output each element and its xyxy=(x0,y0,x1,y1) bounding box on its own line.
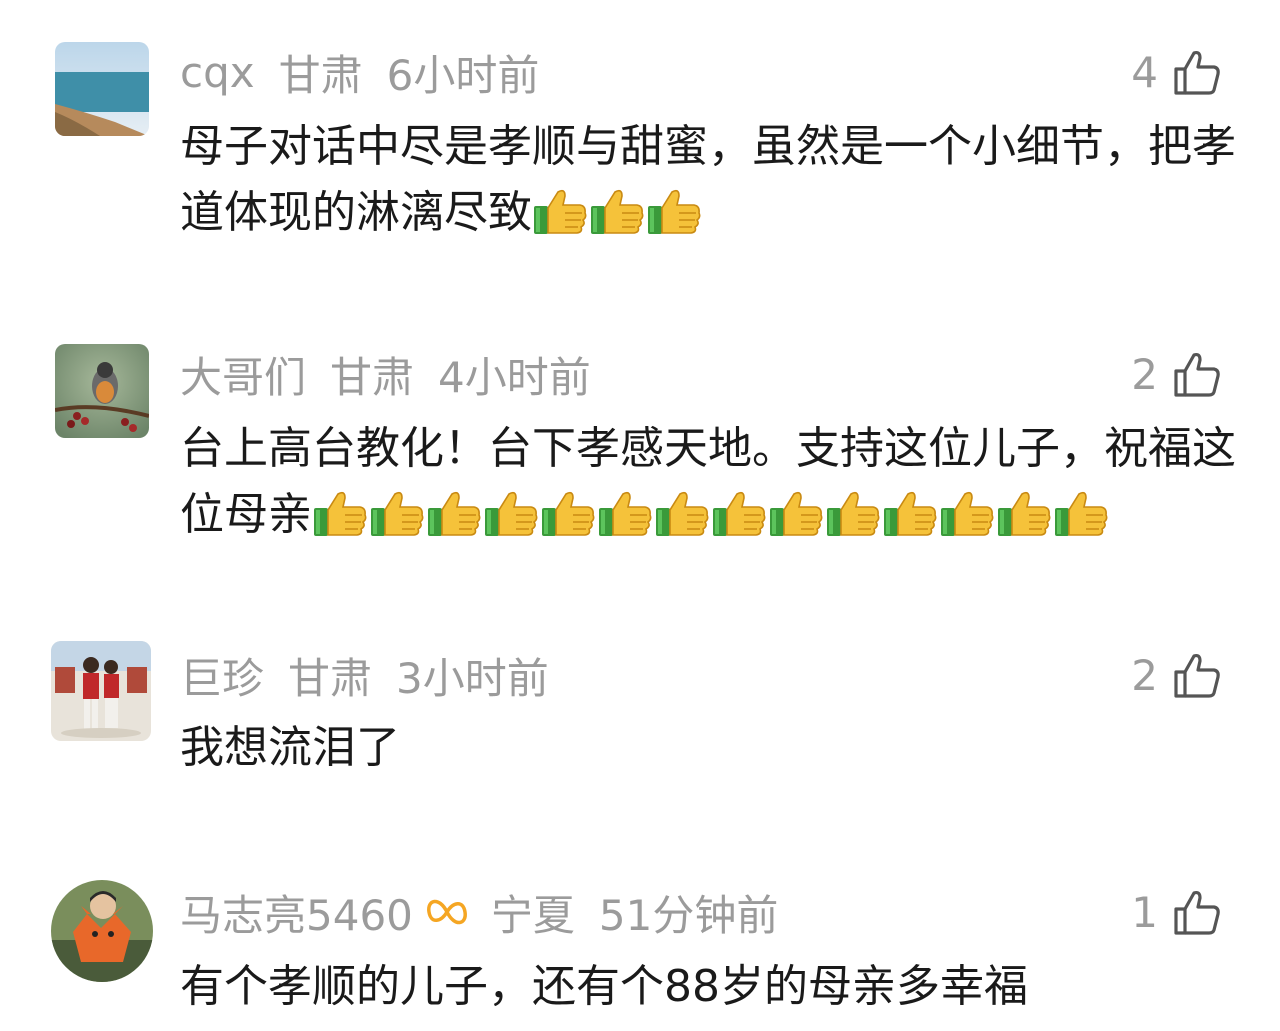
thumbs-up-emoji xyxy=(532,186,588,236)
comment-meta: 马志亮5460 宁夏 51分钟前 xyxy=(180,882,802,942)
infinity-badge-icon xyxy=(427,899,467,925)
like-count: 2 xyxy=(1131,349,1158,399)
thumbs-up-emoji xyxy=(654,488,710,538)
avatar[interactable] xyxy=(55,344,149,438)
thumbs-up-emoji xyxy=(768,488,824,538)
thumbs-up-emoji xyxy=(939,488,995,538)
thumbs-up-emoji xyxy=(369,488,425,538)
thumbs-up-emoji xyxy=(711,488,767,538)
thumbs-up-emoji xyxy=(540,488,596,538)
thumbs-up-emoji xyxy=(882,488,938,538)
comment-meta: 巨珍 甘肃 3小时前 xyxy=(180,645,573,705)
avatar[interactable] xyxy=(51,641,151,741)
region: 甘肃 xyxy=(288,653,373,703)
thumbs-up-emoji xyxy=(996,488,1052,538)
like-button[interactable]: 2 xyxy=(1131,645,1222,705)
comment-body: 我想流泪了 xyxy=(180,722,400,773)
username[interactable]: cqx xyxy=(180,48,255,97)
thumbs-up-emoji xyxy=(825,488,881,538)
avatar[interactable] xyxy=(55,42,149,136)
like-button[interactable]: 4 xyxy=(1131,42,1222,102)
thumbs-up-outline-icon xyxy=(1174,352,1220,397)
thumbs-up-emoji xyxy=(597,488,653,538)
thumbs-up-emoji xyxy=(1053,488,1109,538)
like-button[interactable]: 2 xyxy=(1131,344,1222,404)
thumbs-up-emoji xyxy=(589,186,645,236)
like-count: 2 xyxy=(1131,650,1158,700)
thumbs-up-emoji xyxy=(426,488,482,538)
comment-body: 母子对话中尽是孝顺与甜蜜，虽然是一个小细节，把孝道体现的淋漓尽致 xyxy=(180,121,1236,238)
like-count: 4 xyxy=(1131,47,1158,97)
comment-text: 有个孝顺的儿子，还有个88岁的母亲多幸福 xyxy=(180,954,1240,1020)
region: 甘肃 xyxy=(278,50,363,100)
region: 宁夏 xyxy=(490,890,575,940)
comment-text: 我想流泪了 xyxy=(180,715,1240,781)
thumbs-up-outline-icon xyxy=(1174,653,1220,698)
username[interactable]: 马志亮5460 xyxy=(180,882,413,943)
timestamp: 6小时前 xyxy=(386,50,540,100)
thumbs-up-outline-icon xyxy=(1174,50,1220,95)
comment-meta: 大哥们 甘肃 4小时前 xyxy=(180,344,615,404)
avatar[interactable] xyxy=(51,880,153,982)
username[interactable]: 巨珍 xyxy=(180,645,264,706)
region: 甘肃 xyxy=(330,352,415,402)
thumbs-up-outline-icon xyxy=(1174,890,1220,935)
comment-text: 台上高台教化！台下孝感天地。支持这位儿子，祝福这位母亲 xyxy=(180,416,1240,548)
timestamp: 51分钟前 xyxy=(598,890,779,940)
like-count: 1 xyxy=(1131,887,1158,937)
comment-body: 有个孝顺的儿子，还有个88岁的母亲多幸福 xyxy=(180,961,1028,1012)
username[interactable]: 大哥们 xyxy=(180,344,306,405)
comment-meta: cqx 甘肃 6小时前 xyxy=(180,42,563,102)
thumbs-up-emoji xyxy=(483,488,539,538)
timestamp: 4小时前 xyxy=(438,352,591,402)
comment-text: 母子对话中尽是孝顺与甜蜜，虽然是一个小细节，把孝道体现的淋漓尽致 xyxy=(180,114,1240,246)
thumbs-up-emoji xyxy=(646,186,702,236)
like-button[interactable]: 1 xyxy=(1131,882,1222,942)
thumbs-up-emoji xyxy=(312,488,368,538)
emoji-row xyxy=(532,187,703,238)
emoji-row xyxy=(312,489,1110,540)
timestamp: 3小时前 xyxy=(396,653,549,703)
